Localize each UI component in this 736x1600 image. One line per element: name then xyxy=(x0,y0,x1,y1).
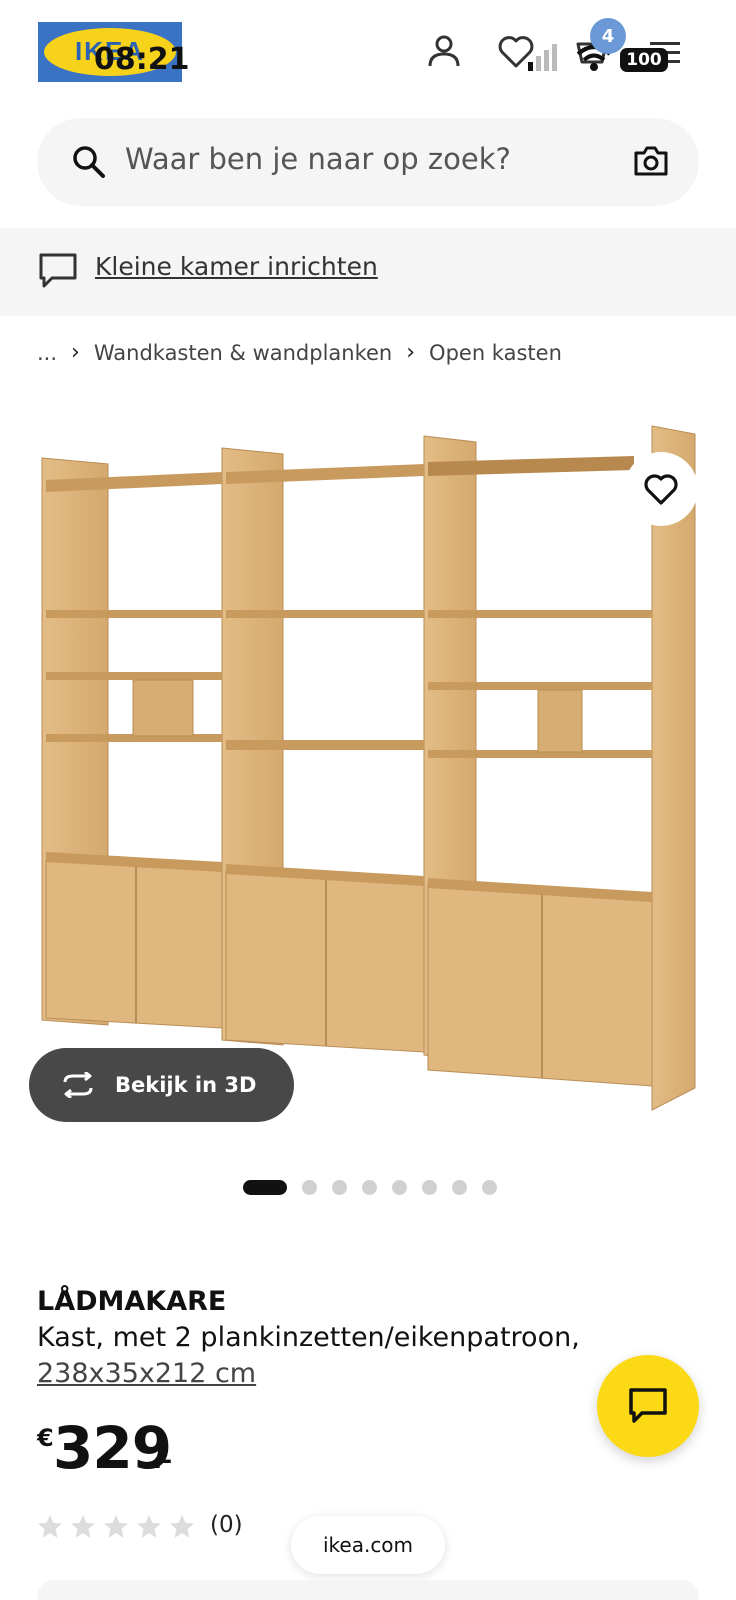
image-pagination xyxy=(243,1180,497,1195)
camera-icon[interactable] xyxy=(633,143,669,179)
star-icon xyxy=(104,1515,128,1538)
product-image[interactable] xyxy=(0,420,736,1150)
star-icon xyxy=(38,1515,62,1538)
view-3d-button[interactable]: Bekijk in 3D xyxy=(29,1048,294,1122)
breadcrumb-ellipsis[interactable]: ... xyxy=(37,341,57,365)
pagination-dot[interactable] xyxy=(452,1180,467,1195)
product-description: Kast, met 2 plankinzetten/eikenpatroon, xyxy=(37,1322,580,1353)
browser-url-pill[interactable]: ikea.com xyxy=(291,1516,445,1574)
search-input[interactable]: Waar ben je naar op zoek? xyxy=(125,142,511,176)
chevron-right-icon: › xyxy=(406,340,416,365)
shelving-unit-illustration xyxy=(41,425,696,1111)
battery-indicator: 100 xyxy=(620,48,668,72)
chat-bubble-icon xyxy=(39,253,77,288)
breadcrumb: ... › Wandkasten & wandplanken › Open ka… xyxy=(37,340,562,365)
price-currency: € xyxy=(37,1424,54,1452)
next-section-card xyxy=(37,1580,699,1600)
star-icon xyxy=(170,1515,194,1538)
pagination-dot[interactable] xyxy=(243,1180,287,1195)
heart-icon xyxy=(644,474,678,505)
status-time: 08:21 xyxy=(94,42,190,77)
header: IKEA 08:21 4 100 xyxy=(0,0,736,110)
rotate-3d-icon xyxy=(63,1072,93,1098)
pagination-dot[interactable] xyxy=(422,1180,437,1195)
review-count[interactable]: (0) xyxy=(210,1512,243,1538)
user-icon[interactable] xyxy=(424,32,464,72)
pagination-dot[interactable] xyxy=(362,1180,377,1195)
promo-link[interactable]: Kleine kamer inrichten xyxy=(95,252,378,281)
search-icon xyxy=(73,146,105,178)
chat-bubble-icon xyxy=(629,1388,667,1423)
favorite-button[interactable] xyxy=(624,452,698,526)
signal-icon xyxy=(528,44,557,71)
cart-count-badge: 4 xyxy=(590,18,626,54)
search-bar[interactable]: Waar ben je naar op zoek? xyxy=(37,118,699,206)
chevron-right-icon: › xyxy=(71,340,80,365)
star-icon xyxy=(137,1515,161,1538)
product-name: LÅDMAKARE xyxy=(37,1286,227,1317)
price-decimals: .- xyxy=(153,1446,173,1474)
star-icon xyxy=(71,1515,95,1538)
promo-banner[interactable]: Kleine kamer inrichten xyxy=(0,228,736,316)
pagination-dot[interactable] xyxy=(482,1180,497,1195)
product-dimensions-link[interactable]: 238x35x212 cm xyxy=(37,1358,256,1389)
chat-button[interactable] xyxy=(597,1355,699,1457)
rating-stars[interactable] xyxy=(37,1514,195,1539)
pagination-dot[interactable] xyxy=(302,1180,317,1195)
view-3d-label: Bekijk in 3D xyxy=(115,1073,257,1097)
pagination-dot[interactable] xyxy=(332,1180,347,1195)
breadcrumb-item[interactable]: Wandkasten & wandplanken xyxy=(94,341,392,365)
breadcrumb-item[interactable]: Open kasten xyxy=(429,341,562,365)
pagination-dot[interactable] xyxy=(392,1180,407,1195)
